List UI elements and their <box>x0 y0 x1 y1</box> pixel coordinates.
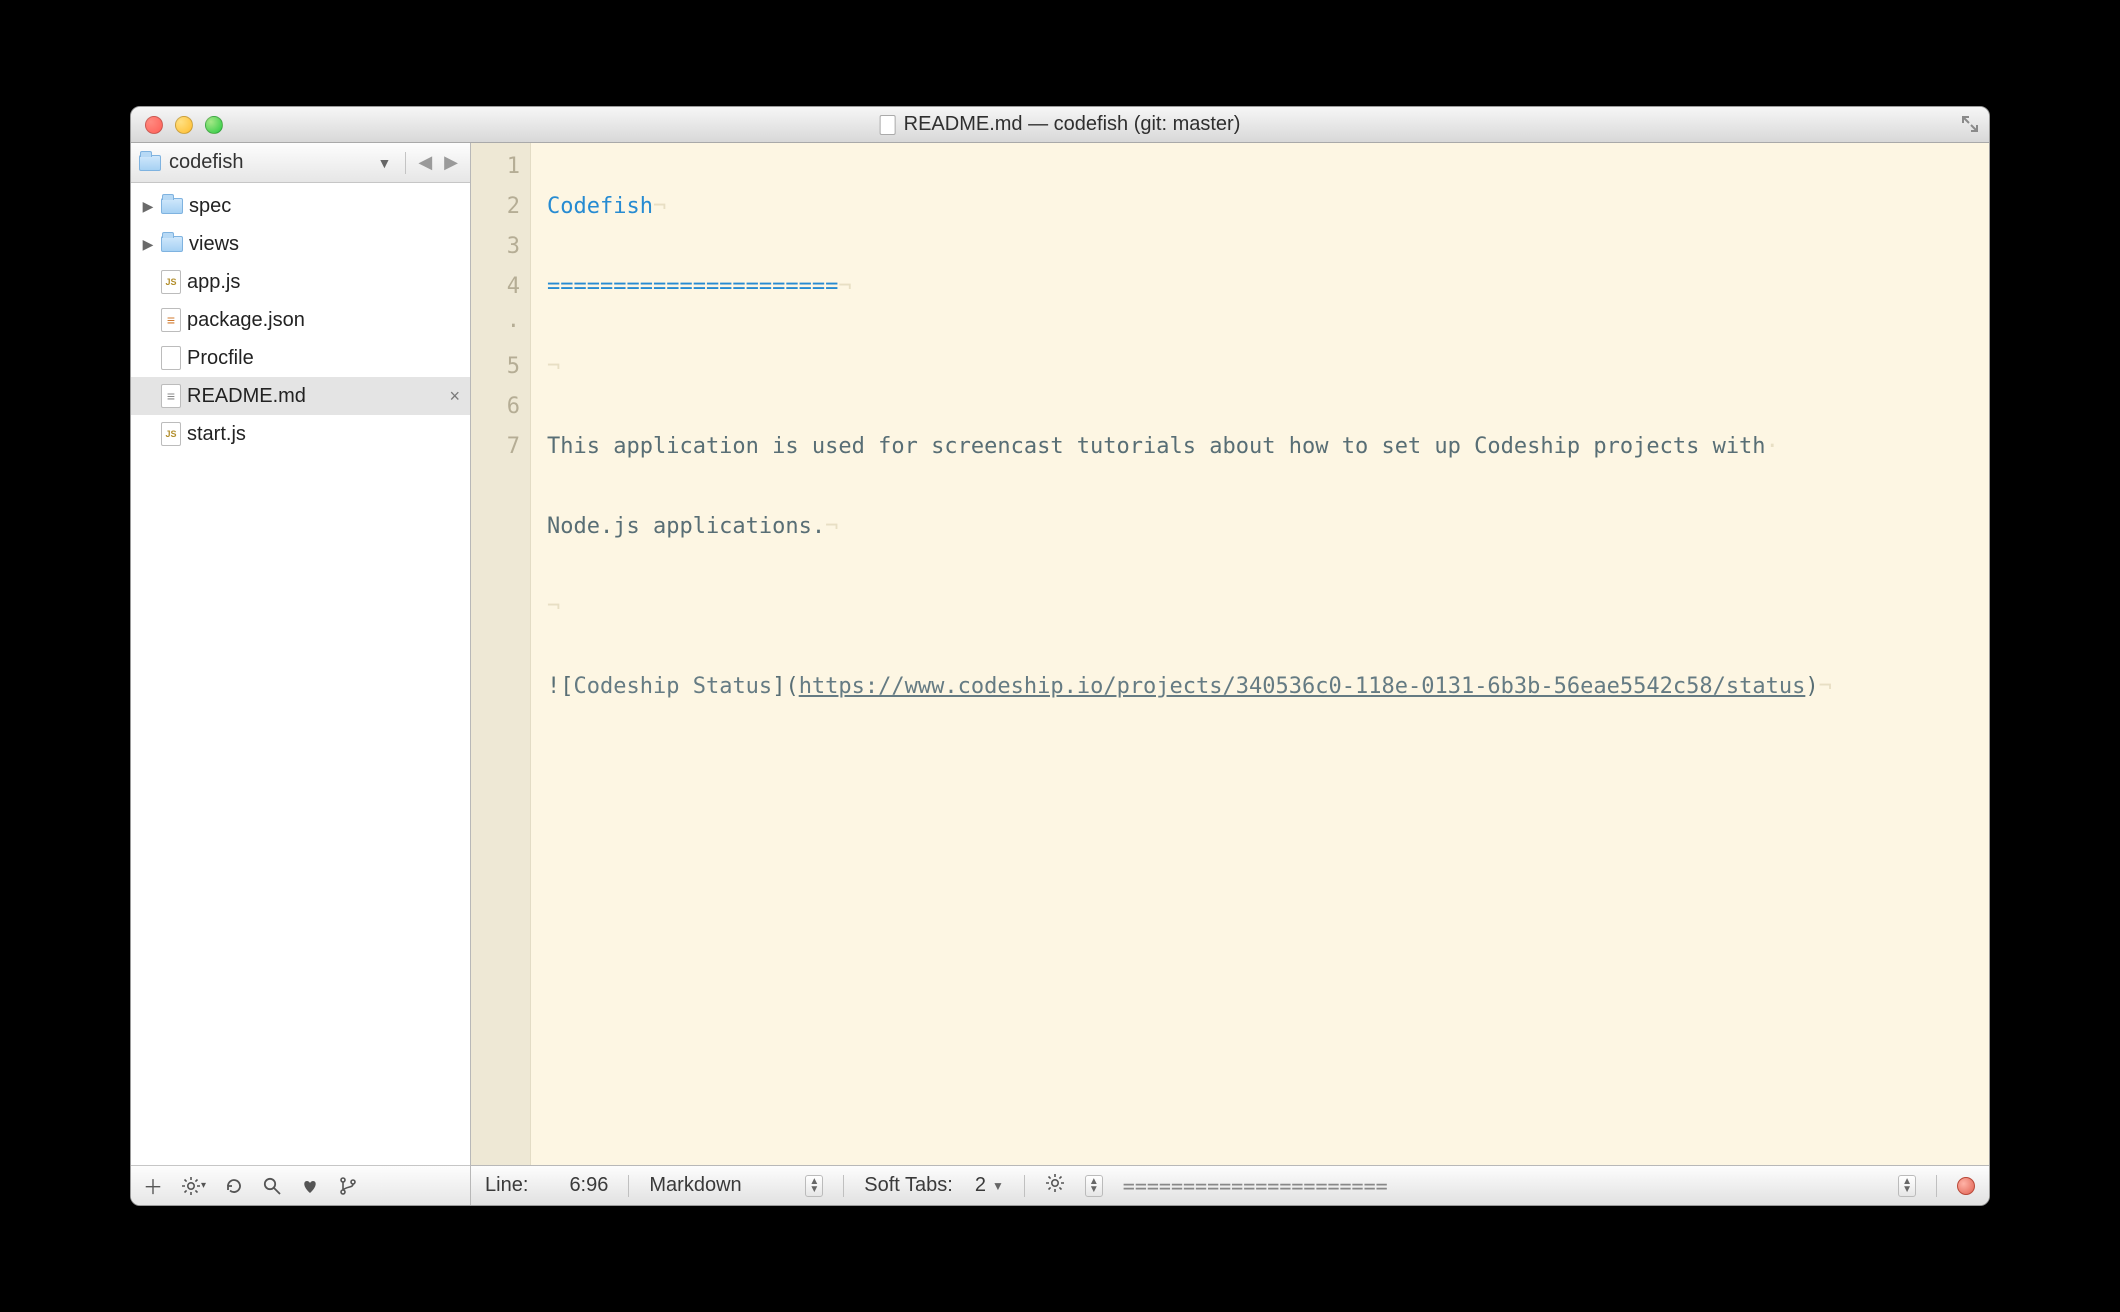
code-url: https://www.codeship.io/projects/340536c… <box>799 674 1806 699</box>
stepper-icon[interactable]: ▲▼ <box>1898 1175 1916 1197</box>
soft-tabs-selector[interactable]: Soft Tabs: 2 ▼ <box>864 1174 1004 1197</box>
tree-item-label: package.json <box>187 309 305 332</box>
disclosure-triangle-icon[interactable]: ▶ <box>141 236 155 253</box>
stepper-icon[interactable]: ▲▼ <box>1085 1175 1103 1197</box>
window-title-text: README.md — codefish (git: master) <box>904 113 1241 136</box>
soft-tabs-label: Soft Tabs: <box>864 1174 953 1197</box>
window-controls <box>131 116 223 134</box>
close-button[interactable] <box>145 116 163 134</box>
file-browser-header[interactable]: codefish ▼ ◀ ▶ <box>131 143 470 183</box>
tree-item-label: views <box>189 233 239 256</box>
editor[interactable]: 1 2 3 4 · 5 6 7 Codefish¬ ==============… <box>471 143 1989 1165</box>
code-text: Codefish <box>547 194 653 219</box>
heart-icon[interactable] <box>300 1176 320 1196</box>
git-branch-icon[interactable] <box>338 1176 358 1196</box>
nav-forward-icon[interactable]: ▶ <box>440 152 462 173</box>
language-selector[interactable]: Markdown ▲▼ <box>649 1174 823 1197</box>
code-text: [ <box>560 674 573 699</box>
titlebar: README.md — codefish (git: master) <box>131 107 1989 143</box>
gear-icon[interactable]: ▾ <box>181 1176 206 1196</box>
file-icon <box>161 308 181 332</box>
gutter-line: 7 <box>471 427 520 467</box>
code-text: This application is used for screencast … <box>547 434 1766 459</box>
file-tree: ▶ spec ▶ views app.js package. <box>131 183 470 1165</box>
tree-file-procfile[interactable]: Procfile <box>131 339 470 377</box>
code-text: ! <box>547 674 560 699</box>
gear-icon[interactable] <box>1045 1173 1065 1199</box>
code-text: ( <box>785 674 798 699</box>
tree-item-label: spec <box>189 195 231 218</box>
close-file-icon[interactable]: × <box>449 386 460 407</box>
tree-folder-views[interactable]: ▶ views <box>131 225 470 263</box>
window-title: README.md — codefish (git: master) <box>880 113 1241 136</box>
nav-back-icon[interactable]: ◀ <box>414 152 436 173</box>
gutter-line: 3 <box>471 227 520 267</box>
file-icon <box>161 384 181 408</box>
folder-icon <box>161 236 183 252</box>
main-area: codefish ▼ ◀ ▶ ▶ spec ▶ views <box>131 143 1989 1205</box>
gutter-line: 4 <box>471 267 520 307</box>
file-browser: codefish ▼ ◀ ▶ ▶ spec ▶ views <box>131 143 471 1205</box>
search-icon[interactable] <box>262 1176 282 1196</box>
file-icon <box>161 270 181 294</box>
code-text: Codeship Status <box>574 674 773 699</box>
gutter-line: 2 <box>471 187 520 227</box>
gutter-line: 6 <box>471 387 520 427</box>
refresh-icon[interactable] <box>224 1176 244 1196</box>
folder-icon <box>161 198 183 214</box>
tree-file-start-js[interactable]: start.js <box>131 415 470 453</box>
file-browser-footer: ＋ ▾ <box>131 1165 470 1205</box>
status-bar: Line: 6:96 Markdown ▲▼ Soft Tabs: 2 ▼ <box>471 1165 1989 1205</box>
zoom-button[interactable] <box>205 116 223 134</box>
symbol-indicator[interactable]: ====================== <box>1123 1174 1878 1198</box>
gutter-line: 5 <box>471 347 520 387</box>
fullscreen-icon[interactable] <box>1957 111 1983 137</box>
code-text: Node.js applications. <box>547 514 825 539</box>
line-gutter: 1 2 3 4 · 5 6 7 <box>471 143 531 1165</box>
gutter-line: · <box>471 307 520 347</box>
tree-folder-spec[interactable]: ▶ spec <box>131 187 470 225</box>
code-text: ====================== <box>547 274 838 299</box>
project-name: codefish <box>169 151 244 174</box>
folder-icon <box>139 155 161 171</box>
disclosure-triangle-icon[interactable]: ▶ <box>141 198 155 215</box>
add-icon[interactable]: ＋ <box>143 1171 163 1200</box>
tree-item-label: Procfile <box>187 347 254 370</box>
document-icon <box>880 115 896 135</box>
soft-tabs-value: 2 <box>975 1174 986 1197</box>
line-label: Line: <box>485 1174 528 1197</box>
editor-pane: 1 2 3 4 · 5 6 7 Codefish¬ ==============… <box>471 143 1989 1205</box>
code-area[interactable]: Codefish¬ ======================¬ ¬ This… <box>531 143 1989 1165</box>
language-label: Markdown <box>649 1174 799 1197</box>
tree-item-label: start.js <box>187 423 246 446</box>
tree-file-app-js[interactable]: app.js <box>131 263 470 301</box>
code-text: ) <box>1805 674 1818 699</box>
record-indicator-icon[interactable] <box>1957 1177 1975 1195</box>
editor-window: README.md — codefish (git: master) codef… <box>130 106 1990 1206</box>
gutter-line: 1 <box>471 147 520 187</box>
minimize-button[interactable] <box>175 116 193 134</box>
tree-file-package-json[interactable]: package.json <box>131 301 470 339</box>
line-value[interactable]: 6:96 <box>548 1174 608 1197</box>
file-icon <box>161 422 181 446</box>
tree-item-label: app.js <box>187 271 240 294</box>
file-icon <box>161 346 181 370</box>
project-dropdown-icon[interactable]: ▼ <box>371 155 397 171</box>
tree-item-label: README.md <box>187 385 306 408</box>
stepper-icon: ▲▼ <box>805 1175 823 1197</box>
tree-file-readme-md[interactable]: README.md × <box>131 377 470 415</box>
code-text: ] <box>772 674 785 699</box>
